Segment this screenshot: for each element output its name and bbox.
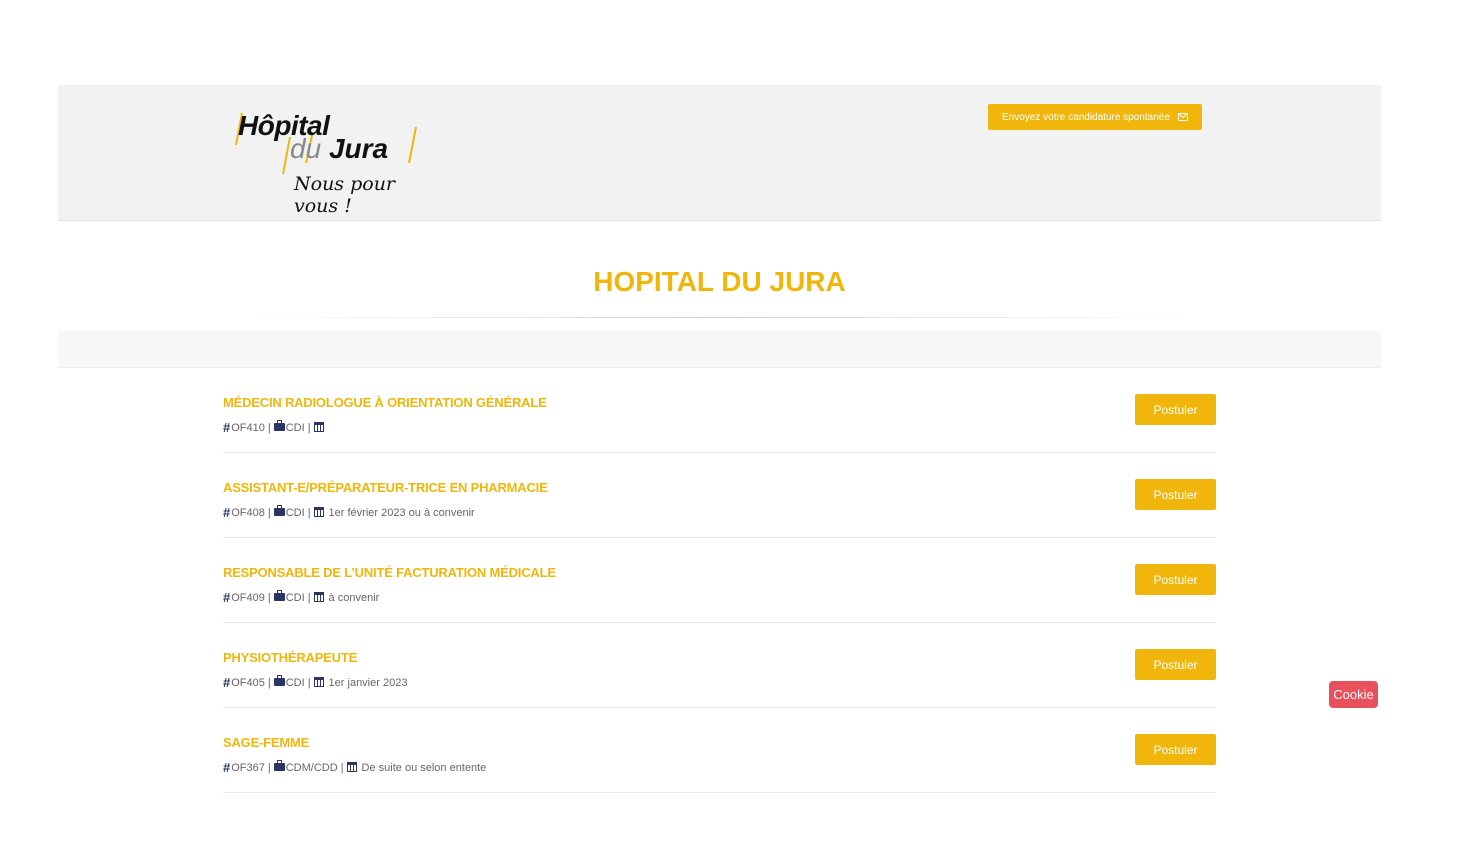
meta-separator: | (267, 676, 271, 689)
job-meta: # OF409 | CDI | à convenir (223, 589, 380, 605)
hashtag-icon: # (223, 505, 231, 520)
logo-tagline: Nous pour vous ! (294, 173, 396, 217)
job-list: MÉDECIN RADIOLOGUE À ORIENTATION GÉNÉRAL… (223, 368, 1216, 793)
job-meta: # OF405 | CDI | 1er janvier 2023 (223, 674, 408, 690)
envelope-icon (1177, 113, 1188, 121)
filter-bar (58, 331, 1381, 368)
meta-separator: | (267, 761, 271, 774)
meta-separator: | (307, 676, 311, 689)
apply-button[interactable]: Postuler (1135, 649, 1216, 680)
job-reference: OF409 (231, 591, 265, 604)
job-contract: CDI (285, 506, 305, 519)
job-contract: CDI (285, 676, 305, 689)
meta-separator: | (307, 506, 311, 519)
briefcase-icon (273, 674, 285, 686)
briefcase-icon (273, 419, 285, 431)
job-start-date: à convenir (328, 591, 380, 604)
spontaneous-application-button[interactable]: Envoyez votre candidature spontanée (988, 104, 1202, 130)
job-title-link[interactable]: RESPONSABLE DE L’UNITÉ FACTURATION MÉDIC… (223, 565, 556, 580)
job-start-date: De suite ou selon entente (361, 761, 487, 774)
calendar-icon (313, 591, 324, 602)
job-title-link[interactable]: SAGE-FEMME (223, 735, 309, 750)
logo-word-du: du (290, 133, 322, 164)
job-start-date: 1er janvier 2023 (328, 676, 408, 689)
hashtag-icon: # (223, 760, 231, 775)
job-title-link[interactable]: PHYSIOTHÉRAPEUTE (223, 650, 357, 665)
job-reference: OF408 (231, 506, 265, 519)
meta-separator: | (340, 761, 344, 774)
logo-word-jura: Jura (328, 133, 389, 164)
apply-button[interactable]: Postuler (1135, 564, 1216, 595)
calendar-icon (346, 761, 357, 772)
apply-button[interactable]: Postuler (1135, 734, 1216, 765)
hashtag-icon: # (223, 590, 231, 605)
hashtag-icon: # (223, 675, 231, 690)
job-item: ASSISTANT-E/PRÉPARATEUR-TRICE EN PHARMAC… (223, 453, 1216, 538)
logo-word-du-jura: du Jura (290, 133, 388, 165)
site-header: Hôpital du Jura Nous pour vous ! Envoyez… (58, 85, 1381, 221)
meta-separator: | (267, 421, 271, 434)
title-divider (240, 317, 1200, 318)
briefcase-icon (273, 504, 285, 516)
calendar-icon (313, 421, 324, 432)
briefcase-icon (273, 589, 285, 601)
job-contract: CDI (285, 421, 305, 434)
meta-separator: | (307, 421, 311, 434)
job-title-link[interactable]: MÉDECIN RADIOLOGUE À ORIENTATION GÉNÉRAL… (223, 395, 547, 410)
calendar-icon (313, 506, 324, 517)
job-reference: OF367 (231, 761, 265, 774)
hopital-du-jura-logo[interactable]: Hôpital du Jura Nous pour vous ! (228, 107, 428, 217)
meta-separator: | (267, 506, 271, 519)
briefcase-icon (273, 759, 285, 771)
meta-separator: | (267, 591, 271, 604)
job-item: MÉDECIN RADIOLOGUE À ORIENTATION GÉNÉRAL… (223, 368, 1216, 453)
apply-button[interactable]: Postuler (1135, 479, 1216, 510)
cookie-button[interactable]: Cookie (1329, 681, 1378, 708)
job-item: SAGE-FEMME # OF367 | CDM/CDD | De suite … (223, 708, 1216, 793)
job-meta: # OF408 | CDI | 1er février 2023 ou à co… (223, 504, 475, 520)
apply-button[interactable]: Postuler (1135, 394, 1216, 425)
job-meta: # OF367 | CDM/CDD | De suite ou selon en… (223, 759, 487, 775)
page-title: HOPITAL DU JURA (593, 266, 846, 297)
job-contract: CDI (285, 591, 305, 604)
meta-separator: | (307, 591, 311, 604)
job-item: PHYSIOTHÉRAPEUTE # OF405 | CDI | 1er jan… (223, 623, 1216, 708)
job-title-link[interactable]: ASSISTANT-E/PRÉPARATEUR-TRICE EN PHARMAC… (223, 480, 548, 495)
hashtag-icon: # (223, 420, 231, 435)
job-meta: # OF410 | CDI | (223, 419, 329, 435)
spontaneous-application-label: Envoyez votre candidature spontanée (1002, 111, 1170, 123)
job-reference: OF410 (231, 421, 265, 434)
calendar-icon (313, 676, 324, 687)
job-reference: OF405 (231, 676, 265, 689)
job-start-date: 1er février 2023 ou à convenir (328, 506, 475, 519)
job-item: RESPONSABLE DE L’UNITÉ FACTURATION MÉDIC… (223, 538, 1216, 623)
job-contract: CDM/CDD (285, 761, 338, 774)
